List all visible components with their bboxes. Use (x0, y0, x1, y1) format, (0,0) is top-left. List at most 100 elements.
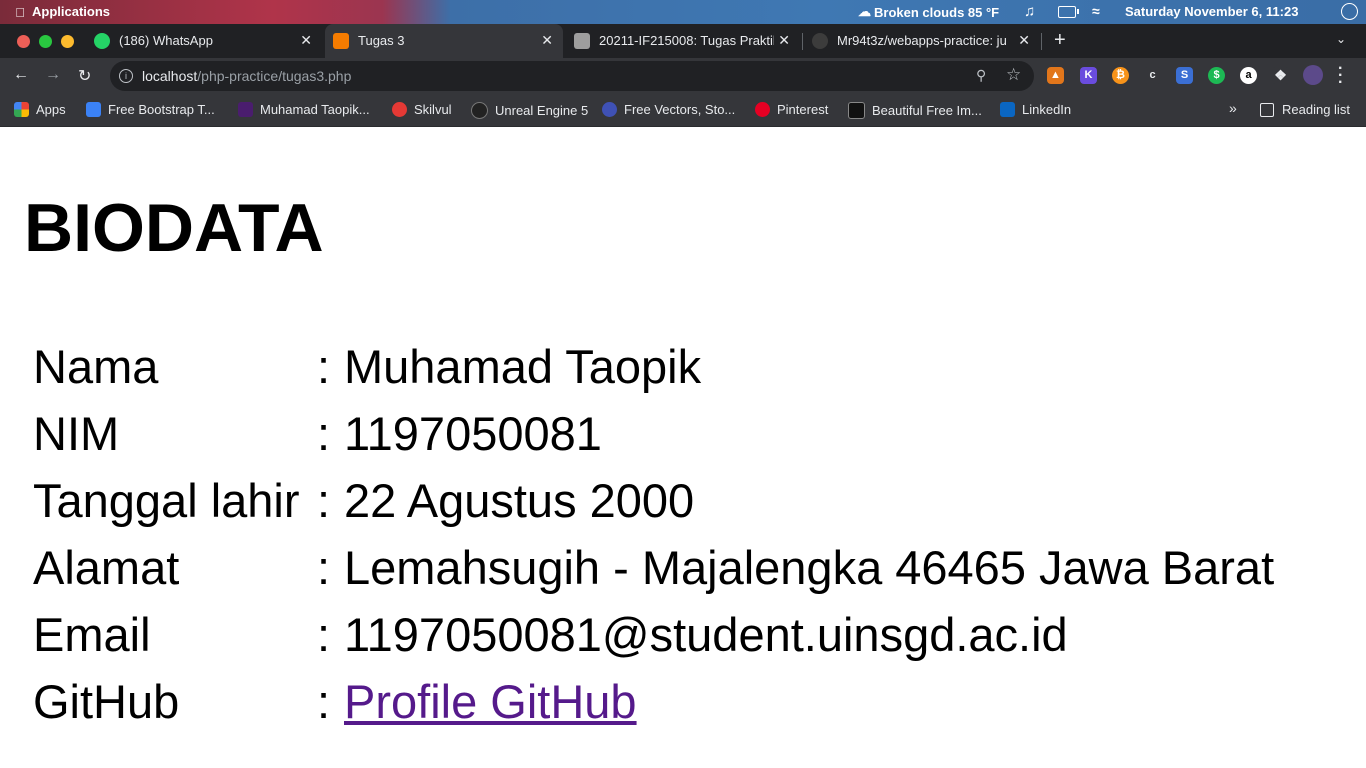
reading-list-label: Reading list (1282, 102, 1350, 117)
forward-button[interactable]: → (45, 66, 61, 84)
bookmark-free-bootstrap[interactable]: Free Bootstrap T... (86, 102, 215, 117)
reading-list-button[interactable]: Reading list (1260, 102, 1350, 117)
field-value: Profile GitHub (344, 674, 637, 729)
reading-list-icon (1260, 102, 1274, 117)
unsplash-icon (848, 102, 865, 119)
zoom-icon[interactable]: ⚲ (976, 67, 986, 84)
tab-tugas3[interactable]: Tugas 3 ✕ (325, 24, 563, 58)
reload-button[interactable]: ↻ (78, 66, 91, 86)
close-tab-icon[interactable]: ✕ (541, 32, 553, 49)
user-icon[interactable] (1341, 3, 1358, 20)
bitcoin-extension-icon[interactable]: ₿ (1112, 67, 1129, 84)
applications-menu[interactable]: Applications (32, 4, 110, 19)
close-tab-icon[interactable]: ✕ (300, 32, 312, 49)
bookmark-star-icon[interactable]: ☆ (1006, 65, 1021, 85)
close-window-button[interactable] (17, 35, 30, 48)
xampp-icon (333, 33, 349, 49)
apps-grid-icon (14, 102, 29, 117)
field-label: GitHub (33, 675, 180, 728)
url-text[interactable]: localhost/php-practice/tugas3.php (142, 68, 351, 84)
bookmark-muhamad-taopik[interactable]: Muhamad Taopik... (238, 102, 370, 117)
extensions-puzzle-icon[interactable]: ❖ (1272, 67, 1289, 84)
browser-menu-icon[interactable]: · · · (1338, 61, 1343, 91)
music-icon[interactable]: ♫ (1024, 3, 1035, 20)
portfolio-icon (238, 102, 253, 117)
bookmarks-bar: Apps Free Bootstrap T... Muhamad Taopik.… (0, 94, 1366, 127)
clock[interactable]: Saturday November 6, 11:23 (1125, 4, 1298, 19)
bookmark-label: Pinterest (777, 102, 829, 117)
separator: : (317, 340, 331, 393)
tab-strip: (186) WhatsApp ✕ Tugas 3 ✕ 20211-IF21500… (0, 24, 1366, 58)
tab-search-chevron-icon[interactable]: ⌄ (1336, 32, 1346, 46)
weather-text: Broken clouds 85 °F (874, 4, 1000, 20)
github-icon (812, 33, 828, 49)
cloud-icon: ☁ (858, 4, 871, 19)
maximize-window-button[interactable] (39, 35, 52, 48)
whatsapp-icon (94, 33, 110, 49)
separator: : (317, 474, 331, 527)
bookmark-label: LinkedIn (1022, 102, 1072, 117)
url-host: localhost (142, 68, 198, 84)
tab-github[interactable]: Mr94t3z/webapps-practice: ju ✕ (804, 24, 1040, 58)
bookmark-label: Unreal Engine 5 (495, 103, 589, 118)
bookmark-label: Free Bootstrap T... (108, 102, 215, 117)
apple-icon[interactable]:  (12, 4, 28, 20)
separator: : (317, 675, 331, 728)
bookmark-free-vectors[interactable]: Free Vectors, Sto... (602, 102, 735, 117)
site-info-icon[interactable]: i (119, 69, 133, 83)
field-label: Alamat (33, 541, 180, 594)
battery-icon[interactable] (1058, 6, 1079, 18)
metamask-extension-icon[interactable]: ▲ (1047, 67, 1064, 84)
bookmark-label: Beautiful Free Im... (872, 103, 982, 118)
field-label: Tanggal lahir (33, 474, 300, 527)
pinterest-icon (755, 102, 770, 117)
s-extension-icon[interactable]: S (1176, 67, 1193, 84)
c-extension-icon[interactable]: c (1144, 67, 1161, 84)
tab-separator (802, 33, 803, 50)
bookmark-skilvul[interactable]: Skilvul (392, 102, 452, 117)
close-tab-icon[interactable]: ✕ (778, 32, 790, 49)
separator: : (317, 608, 331, 661)
tab-title: (186) WhatsApp (119, 33, 213, 48)
new-tab-button[interactable]: + (1054, 29, 1066, 52)
close-tab-icon[interactable]: ✕ (1018, 32, 1030, 49)
address-bar[interactable]: i localhost/php-practice/tugas3.php ⚲ ☆ (110, 61, 1034, 91)
bookmark-pinterest[interactable]: Pinterest (755, 102, 828, 117)
dollar-extension-icon[interactable]: $ (1208, 67, 1225, 84)
bookmark-label: Apps (36, 102, 66, 117)
bookmark-label: Muhamad Taopik... (260, 102, 370, 117)
url-path: /php-practice/tugas3.php (197, 68, 352, 84)
minimize-window-button[interactable] (61, 35, 74, 48)
field-label: NIM (33, 407, 120, 460)
field-label: Nama (33, 340, 159, 393)
field-value: 22 Agustus 2000 (344, 474, 695, 527)
bookmark-linkedin[interactable]: LinkedIn (1000, 102, 1071, 117)
separator: : (317, 407, 331, 460)
profile-avatar[interactable] (1303, 65, 1323, 85)
bookmark-beautiful-free-images[interactable]: Beautiful Free Im... (848, 102, 982, 119)
field-value: 1197050081@student.uinsgd.ac.id (344, 608, 1068, 661)
bookmark-label: Skilvul (414, 102, 452, 117)
field-value: 1197050081 (344, 407, 602, 460)
weather-indicator[interactable]: ☁ Broken clouds 85 °F (858, 4, 999, 20)
tab-tugas-praktik[interactable]: 20211-IF215008: Tugas Praktik ✕ (566, 24, 800, 58)
tab-separator (1041, 33, 1042, 50)
tab-whatsapp[interactable]: (186) WhatsApp ✕ (86, 24, 322, 58)
bootstrap-icon (86, 102, 101, 117)
github-profile-link[interactable]: Profile GitHub (344, 675, 637, 728)
tab-title: Tugas 3 (358, 33, 405, 48)
field-label: Email (33, 608, 151, 661)
page-heading: BIODATA (24, 190, 324, 266)
k-extension-icon[interactable]: K (1080, 67, 1097, 84)
more-bookmarks-icon[interactable]: » (1229, 100, 1237, 116)
linkedin-icon (1000, 102, 1015, 117)
back-button[interactable]: ← (13, 66, 29, 84)
browser-toolbar: ← → ↻ i localhost/php-practice/tugas3.ph… (0, 58, 1366, 94)
bookmark-apps[interactable]: Apps (14, 102, 66, 117)
bookmark-label: Free Vectors, Sto... (624, 102, 736, 117)
wifi-icon[interactable]: ≈ (1092, 3, 1100, 19)
bookmark-unreal-engine[interactable]: Unreal Engine 5 (471, 102, 588, 119)
a-extension-icon[interactable]: a (1240, 67, 1257, 84)
unreal-engine-icon (471, 102, 488, 119)
tab-title: 20211-IF215008: Tugas Praktik (599, 33, 774, 48)
